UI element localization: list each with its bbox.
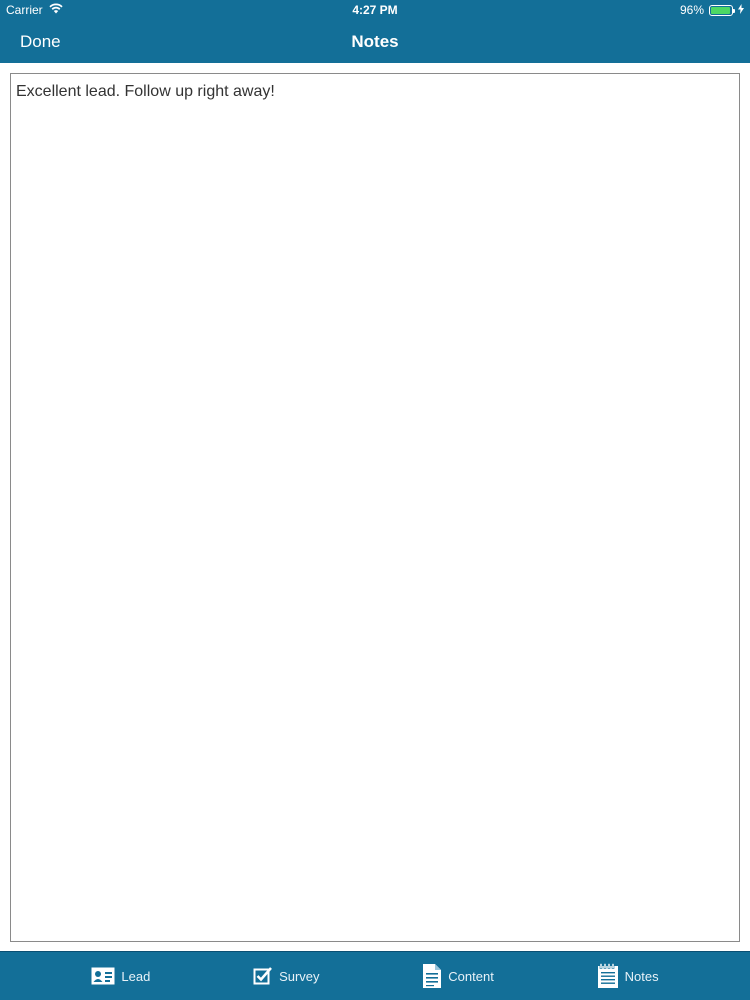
tab-label: Notes [624,968,659,984]
battery-fill [711,6,731,14]
app-root: Carrier 4:27 PM 96% Done Notes Excellent… [0,0,750,1000]
notepad-icon [597,963,619,989]
header: Carrier 4:27 PM 96% Done Notes [0,0,750,63]
battery-percent: 96% [679,3,704,17]
tab-label: Content [448,968,494,984]
tab-content[interactable]: Content [422,963,494,989]
tab-survey[interactable]: Survey [253,966,320,986]
tab-notes[interactable]: Notes [597,963,659,989]
charging-icon [738,3,744,17]
notes-textarea[interactable]: Excellent lead. Follow up right away! [10,73,740,942]
document-icon [422,963,442,989]
battery-icon [709,4,735,16]
status-right: 96% [680,3,744,17]
contact-card-icon [91,967,115,985]
page-title: Notes [351,32,399,51]
tab-bar: Lead Survey Content Notes [0,951,750,1000]
checkbox-icon [253,966,273,986]
status-time: 4:27 PM [352,3,398,17]
tab-label: Survey [279,968,320,984]
tab-label: Lead [121,968,151,984]
tab-lead[interactable]: Lead [91,967,150,985]
nav-bar: Done Notes [0,21,750,63]
status-bar: Carrier 4:27 PM 96% [0,0,750,21]
